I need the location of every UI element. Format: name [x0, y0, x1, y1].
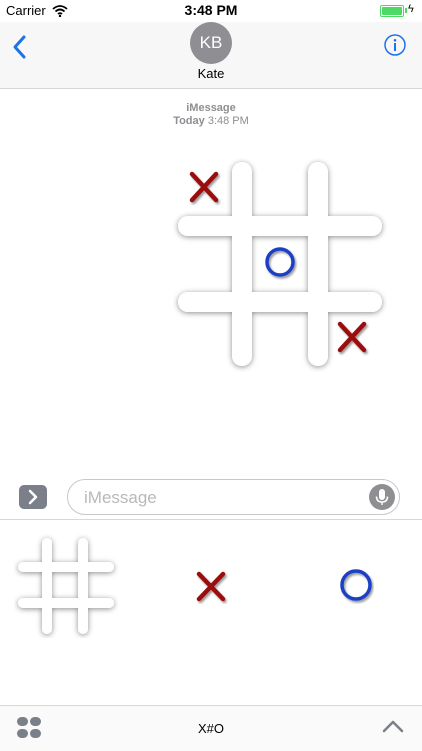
o-sticker[interactable] [338, 568, 374, 609]
app-drawer-bar: X#O [0, 705, 422, 751]
x-mark-icon [196, 571, 226, 602]
chevron-up-icon [382, 720, 404, 733]
conversation-header: KB Kate [0, 22, 422, 89]
x-sticker[interactable] [193, 568, 229, 609]
chevron-left-icon [13, 35, 26, 59]
avatar[interactable]: KB [190, 22, 232, 64]
message-field[interactable] [67, 479, 400, 515]
message-timestamp: Today 3:48 PM [0, 115, 422, 127]
tic-tac-toe-board-message[interactable] [172, 158, 388, 372]
cell-o-center [265, 247, 295, 277]
info-button[interactable] [384, 34, 406, 56]
cell-x-bottom-right [337, 321, 367, 353]
collapse-button[interactable] [382, 718, 404, 736]
app-title: X#O [197, 721, 224, 736]
chevron-right-icon [28, 489, 38, 505]
board-sticker[interactable] [14, 534, 118, 643]
timestamp-day: Today [173, 115, 205, 127]
battery-icon: ϟ [380, 3, 414, 17]
status-bar: Carrier 3:48 PM ϟ [0, 0, 422, 22]
contact-name[interactable]: Kate [0, 66, 422, 81]
clock: 3:48 PM [184, 2, 238, 18]
microphone-icon [375, 489, 389, 505]
expand-button[interactable] [19, 485, 47, 509]
message-input[interactable] [82, 487, 356, 509]
back-button[interactable] [10, 34, 30, 60]
microphone-button[interactable] [369, 484, 395, 510]
timestamp-time: 3:48 PM [207, 115, 249, 127]
sticker-drawer [0, 520, 422, 704]
o-mark-icon [340, 569, 372, 601]
info-icon [384, 34, 406, 56]
cell-x-top-left [189, 171, 219, 203]
service-label: iMessage [186, 102, 236, 114]
